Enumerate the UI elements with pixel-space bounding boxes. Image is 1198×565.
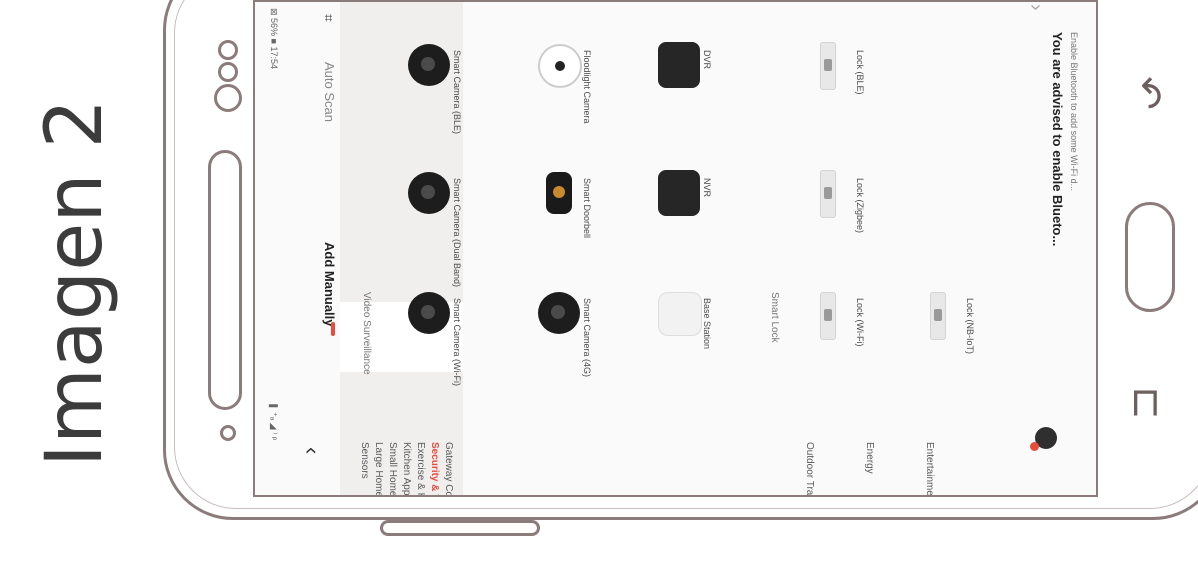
phone-screen: ⊠ 56% ■ 17:54 ❚ ⁺ₐ ◢ ⁾ ᵖ ‹ Add Manually … <box>253 0 1098 497</box>
image-caption: Imagen 2 <box>0 0 150 565</box>
banner-subtitle: Enable Bluetooth to add some Wi-Fi d... <box>1069 32 1079 192</box>
device-label: Lock (Wi-Fi) <box>855 298 865 347</box>
sensor-icon <box>218 40 238 60</box>
floodlight-camera-icon[interactable] <box>538 44 582 88</box>
camera-icon[interactable] <box>408 292 450 334</box>
device-label: Smart Camera (Dual Band) <box>452 178 462 288</box>
home-button[interactable] <box>1125 202 1175 312</box>
back-nav-icon[interactable]: ↶ <box>1124 76 1170 110</box>
device-label: Smart Camera (4G) <box>582 298 592 378</box>
device-label: Lock (BLE) <box>855 50 865 95</box>
lock-icon[interactable] <box>820 292 836 340</box>
chevron-left-icon[interactable]: ‹ <box>299 447 325 454</box>
proximity-sensor-icon <box>220 425 236 441</box>
sensor-icon <box>218 62 238 82</box>
lock-icon[interactable] <box>820 170 836 218</box>
lock-icon[interactable] <box>930 292 946 340</box>
header-bar: ‹ Add Manually Auto Scan ⌗ <box>285 2 345 495</box>
device-content: Video Surveillance Smart Camera (BLE) Sm… <box>350 2 1096 495</box>
lock-icon[interactable] <box>820 42 836 90</box>
scan-frame-icon[interactable]: ⌗ <box>320 14 337 22</box>
front-camera-icon <box>214 84 242 112</box>
device-label: Smart Camera (BLE) <box>452 50 462 135</box>
camera-icon[interactable] <box>538 292 580 334</box>
camera-icon[interactable] <box>408 172 450 214</box>
active-tab-indicator <box>331 322 335 336</box>
section-title-video: Video Surveillance <box>361 292 372 375</box>
device-label: Smart Doorbell <box>582 178 592 239</box>
status-signal-icons: ❚ ⁺ₐ ◢ ⁾ ᵖ <box>269 402 279 441</box>
camera-icon[interactable] <box>408 44 450 86</box>
device-label: Lock (NB-IoT) <box>965 298 975 355</box>
device-label: DVR <box>702 50 712 70</box>
dvr-icon[interactable] <box>658 42 700 88</box>
device-label: NVR <box>702 178 712 198</box>
tab-add-manually[interactable]: Add Manually <box>322 242 337 327</box>
bluetooth-banner[interactable]: You are advised to enable Blueto... Enab… <box>1024 2 1096 495</box>
device-label: Base Station <box>702 298 712 350</box>
device-label: Smart Camera (Wi-Fi) <box>452 298 462 386</box>
device-label: Lock (Zigbee) <box>855 178 865 234</box>
status-bar: ⊠ 56% ■ 17:54 ❚ ⁺ₐ ◢ ⁾ ᵖ <box>255 2 285 495</box>
device-label: Floodlight Camera <box>582 50 592 124</box>
status-time-battery: ⊠ 56% ■ 17:54 <box>269 8 279 70</box>
section-title-lock: Smart Lock <box>769 292 780 343</box>
earpiece-speaker <box>208 150 242 410</box>
base-station-icon[interactable] <box>658 292 702 336</box>
doorbell-icon[interactable] <box>546 172 572 214</box>
recent-apps-icon[interactable]: ⊏ <box>1124 386 1170 420</box>
tab-auto-scan[interactable]: Auto Scan <box>322 62 337 122</box>
nvr-icon[interactable] <box>658 170 700 216</box>
banner-title: You are advised to enable Blueto... <box>1050 32 1065 247</box>
alert-badge <box>1030 442 1039 451</box>
chevron-right-icon[interactable]: › <box>1024 4 1047 11</box>
side-volume-button <box>380 520 540 536</box>
caption-text: Imagen 2 <box>30 98 121 467</box>
